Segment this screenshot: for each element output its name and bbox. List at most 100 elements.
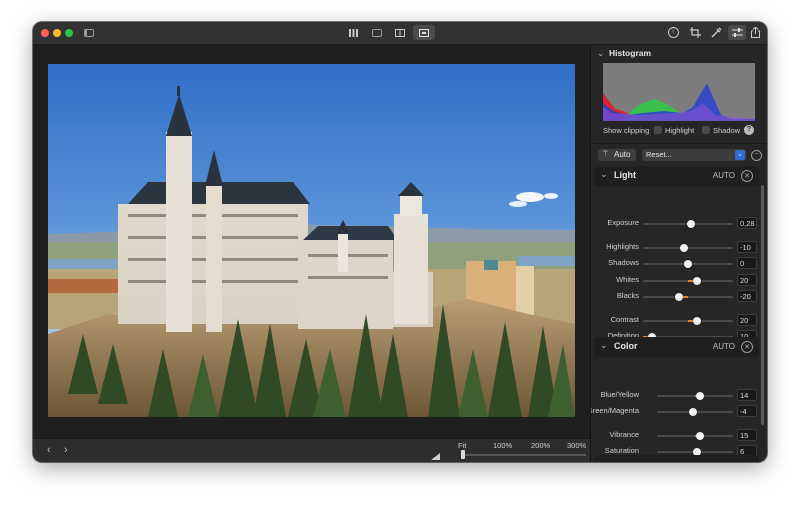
whites-label: Whites	[616, 275, 639, 284]
exposure-label: Exposure	[607, 218, 639, 227]
zoom-slider[interactable]	[461, 450, 586, 459]
adjustments-panel: ⌄ Histogram Show clipping Highlight Shad…	[590, 45, 767, 462]
help-icon[interactable]: ?	[744, 125, 754, 135]
exposure-slider[interactable]	[643, 220, 733, 228]
title-bar: i	[33, 22, 767, 45]
zoom-fit-label[interactable]: Fit	[458, 441, 466, 450]
vibrance-label: Vibrance	[609, 430, 639, 439]
shadows-value-field[interactable]: 0	[737, 257, 757, 269]
single-view-icon[interactable]	[369, 25, 385, 40]
whites-value-field[interactable]: 20	[737, 274, 757, 286]
compare-view-icon[interactable]	[413, 25, 435, 40]
color-auto-button[interactable]: AUTO	[713, 342, 735, 351]
green-magenta-value-field[interactable]: -4	[737, 405, 757, 417]
whites-slider-thumb[interactable]	[693, 277, 701, 285]
color-section-title: Color	[614, 341, 638, 351]
blacks-label: Blacks	[616, 291, 639, 300]
previous-image-icon[interactable]: ‹	[47, 444, 51, 456]
sidebar-toggle-icon[interactable]	[83, 25, 95, 40]
highlights-slider-thumb[interactable]	[679, 244, 688, 252]
zoom-window-button[interactable]	[65, 29, 73, 37]
shadow-checkbox[interactable]	[702, 126, 710, 134]
highlights-slider-row: Highlights -10	[594, 241, 759, 255]
next-image-icon[interactable]: ›	[64, 444, 68, 456]
exposure-slider-thumb[interactable]	[686, 220, 695, 228]
minimize-window-button[interactable]	[53, 29, 61, 37]
contrast-slider-thumb[interactable]	[693, 317, 701, 325]
close-window-button[interactable]	[41, 29, 49, 37]
shadows-slider-row: Shadows 0	[594, 257, 759, 271]
next-section-header[interactable]	[594, 455, 759, 462]
image-canvas[interactable]	[33, 45, 590, 438]
light-section-header[interactable]: ⌄ Light AUTO ✕	[594, 166, 759, 186]
zoom-slider-thumb[interactable]	[461, 450, 465, 459]
highlights-label: Highlights	[606, 242, 639, 251]
blue-yellow-value-field[interactable]: 14	[737, 389, 757, 401]
blacks-slider-thumb[interactable]	[675, 293, 683, 301]
contrast-label: Contrast	[610, 315, 639, 324]
highlights-value-field[interactable]: -10	[737, 241, 757, 253]
preset-select[interactable]: Reset... ⌄	[642, 149, 746, 161]
preset-select-value: Reset...	[646, 150, 672, 159]
highlight-checkbox[interactable]	[654, 126, 662, 134]
auto-enhance-button[interactable]: ⚚ Auto	[598, 149, 636, 161]
auto-enhance-label: Auto	[614, 150, 631, 159]
blue-yellow-slider-thumb[interactable]	[696, 392, 705, 400]
blacks-slider[interactable]	[643, 293, 733, 301]
whites-slider-row: Whites 20	[594, 274, 759, 288]
photo-castle[interactable]	[48, 64, 575, 417]
contrast-slider-row: Contrast 20	[594, 314, 759, 328]
vibrance-value-field[interactable]: 15	[737, 429, 757, 441]
saturation-label: Saturation	[604, 446, 639, 455]
vibrance-slider[interactable]	[657, 432, 733, 440]
light-auto-button[interactable]: AUTO	[713, 171, 735, 180]
crop-rotate-icon[interactable]	[688, 25, 702, 40]
shadows-slider[interactable]	[643, 260, 733, 268]
more-options-icon[interactable]: −	[751, 150, 762, 161]
shadow-label: Shadow	[713, 126, 741, 135]
contrast-value-field[interactable]: 20	[737, 314, 757, 326]
highlight-label: Highlight	[665, 126, 695, 135]
saturation-slider[interactable]	[657, 448, 733, 456]
magic-wand-icon: ⚚	[602, 149, 610, 158]
select-chevron-icon: ⌄	[735, 150, 745, 160]
zoom-200-label[interactable]: 200%	[531, 441, 550, 450]
clipping-options: Show clipping Highlight Shadow ?	[591, 125, 767, 137]
histogram-header[interactable]: ⌄ Histogram	[591, 45, 767, 61]
color-reset-icon[interactable]: ✕	[741, 341, 753, 353]
chevron-down-icon: ⌄	[600, 340, 608, 350]
app-window: i ‹ › Fit 100% 200% 300% ⌄ Histogram Sho…	[33, 22, 767, 462]
green-magenta-slider-thumb[interactable]	[689, 408, 698, 416]
grid-view-icon[interactable]	[345, 25, 361, 40]
green-magenta-slider-row: Green/Magenta -4	[591, 405, 759, 419]
blue-yellow-label: Blue/Yellow	[600, 390, 640, 399]
shadows-slider-thumb[interactable]	[684, 260, 692, 268]
chevron-down-icon: ⌄	[600, 169, 608, 179]
show-clipping-label: Show clipping	[603, 126, 650, 135]
blacks-value-field[interactable]: -20	[737, 290, 757, 302]
light-reset-icon[interactable]: ✕	[741, 170, 753, 182]
green-magenta-label: Green/Magenta	[590, 406, 639, 415]
adjustments-icon[interactable]	[728, 25, 746, 40]
panel-scrollbar[interactable]	[761, 185, 764, 425]
info-icon[interactable]: i	[667, 25, 679, 40]
chevron-down-icon: ⌄	[597, 48, 605, 58]
split-view-icon[interactable]	[392, 25, 408, 40]
vibrance-slider-thumb[interactable]	[696, 432, 705, 440]
histogram-graph	[603, 63, 755, 121]
light-section-title: Light	[614, 170, 636, 180]
highlights-slider[interactable]	[643, 244, 733, 252]
color-section-header[interactable]: ⌄ Color AUTO ✕	[594, 337, 759, 357]
bottom-bar: ‹ › Fit 100% 200% 300%	[33, 438, 590, 462]
contrast-slider[interactable]	[643, 317, 733, 325]
flag-icon[interactable]	[431, 447, 440, 460]
whites-slider[interactable]	[643, 277, 733, 285]
retouch-tool-icon[interactable]	[709, 25, 723, 40]
exposure-value-field[interactable]: 0,28	[737, 217, 757, 229]
blue-yellow-slider-row: Blue/Yellow 14	[594, 389, 759, 403]
blue-yellow-slider[interactable]	[657, 392, 733, 400]
share-icon[interactable]	[749, 25, 761, 40]
zoom-100-label[interactable]: 100%	[493, 441, 512, 450]
zoom-300-label[interactable]: 300%	[567, 441, 586, 450]
green-magenta-slider[interactable]	[657, 408, 733, 416]
